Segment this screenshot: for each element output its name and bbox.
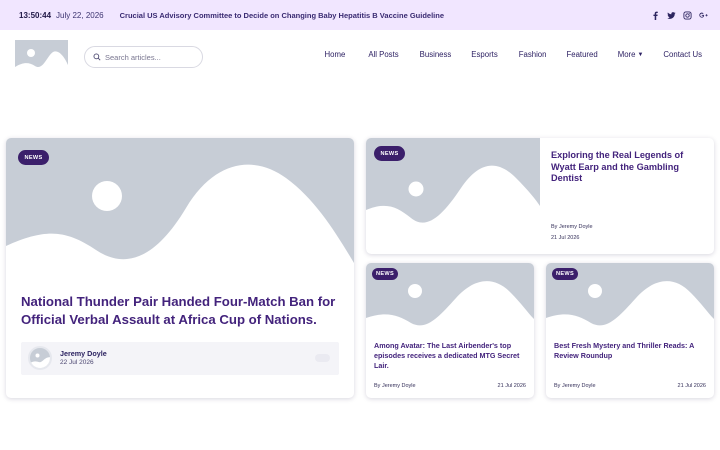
clock-time: 13:50:44 xyxy=(19,10,52,20)
article-date: 21 Jul 2026 xyxy=(497,383,526,389)
nav-featured[interactable]: Featured xyxy=(566,50,597,59)
nav-esports[interactable]: Esports xyxy=(471,50,497,59)
google-plus-icon[interactable] xyxy=(699,11,708,20)
search-box[interactable] xyxy=(84,46,203,68)
article-byline[interactable]: By Jeremy Doyle xyxy=(374,383,416,389)
nav-home[interactable]: Home xyxy=(325,50,346,59)
side-article-card[interactable]: NEWS Exploring the Real Legends of Wyatt… xyxy=(366,138,714,254)
nav-more-label: More xyxy=(617,50,636,59)
site-header: Home All Posts Business Esports Fashion … xyxy=(0,30,720,86)
search-input[interactable] xyxy=(105,52,190,62)
nav-fashion[interactable]: Fashion xyxy=(519,50,547,59)
social-links xyxy=(651,10,708,20)
author-box: Jeremy Doyle 22 Jul 2026 xyxy=(21,342,339,375)
nav-business[interactable]: Business xyxy=(420,50,452,59)
nav-contact-us[interactable]: Contact Us xyxy=(663,50,702,59)
caret-down-icon: ▼ xyxy=(637,51,644,58)
side-article-title[interactable]: Exploring the Real Legends of Wyatt Earp… xyxy=(551,150,701,185)
featured-article-card[interactable]: NEWS National Thunder Pair Handed Four-M… xyxy=(6,138,354,398)
category-badge[interactable]: NEWS xyxy=(372,268,398,280)
twitter-icon[interactable] xyxy=(667,11,676,20)
small-article-card-1[interactable]: NEWS Among Avatar: The Last Airbender's … xyxy=(366,263,534,398)
breaking-news-ticker[interactable]: Crucial US Advisory Committee to Decide … xyxy=(120,11,444,20)
small-article-title[interactable]: Among Avatar: The Last Airbender's top e… xyxy=(374,341,528,371)
search-icon xyxy=(93,48,101,66)
facebook-icon[interactable] xyxy=(651,11,660,20)
small-article-title[interactable]: Best Fresh Mystery and Thriller Reads: A… xyxy=(554,341,708,361)
category-badge[interactable]: NEWS xyxy=(374,146,405,161)
article-byline[interactable]: By Jeremy Doyle xyxy=(554,383,596,389)
top-bar: 13:50:44 July 22, 2026 Crucial US Adviso… xyxy=(0,0,720,30)
author-avatar[interactable] xyxy=(28,346,52,370)
author-name[interactable]: Jeremy Doyle xyxy=(60,349,107,358)
article-date: 21 Jul 2026 xyxy=(551,235,580,241)
nav-all-posts[interactable]: All Posts xyxy=(368,50,398,59)
article-byline[interactable]: By Jeremy Doyle xyxy=(551,224,593,230)
instagram-icon[interactable] xyxy=(683,10,692,20)
current-date: July 22, 2026 xyxy=(56,10,104,20)
publish-date: 22 Jul 2026 xyxy=(60,359,94,366)
article-date: 21 Jul 2026 xyxy=(677,383,706,389)
category-badge[interactable]: NEWS xyxy=(18,150,49,165)
site-logo[interactable] xyxy=(15,40,68,75)
featured-article-title[interactable]: National Thunder Pair Handed Four-Match … xyxy=(21,293,339,329)
main-nav: Home All Posts Business Esports Fashion … xyxy=(325,50,703,59)
featured-image-placeholder xyxy=(6,138,354,277)
small-article-card-2[interactable]: NEWS Best Fresh Mystery and Thriller Rea… xyxy=(546,263,714,398)
category-badge[interactable]: NEWS xyxy=(552,268,578,280)
nav-more[interactable]: More ▼ xyxy=(618,50,644,59)
toggle-pill[interactable] xyxy=(315,354,330,362)
